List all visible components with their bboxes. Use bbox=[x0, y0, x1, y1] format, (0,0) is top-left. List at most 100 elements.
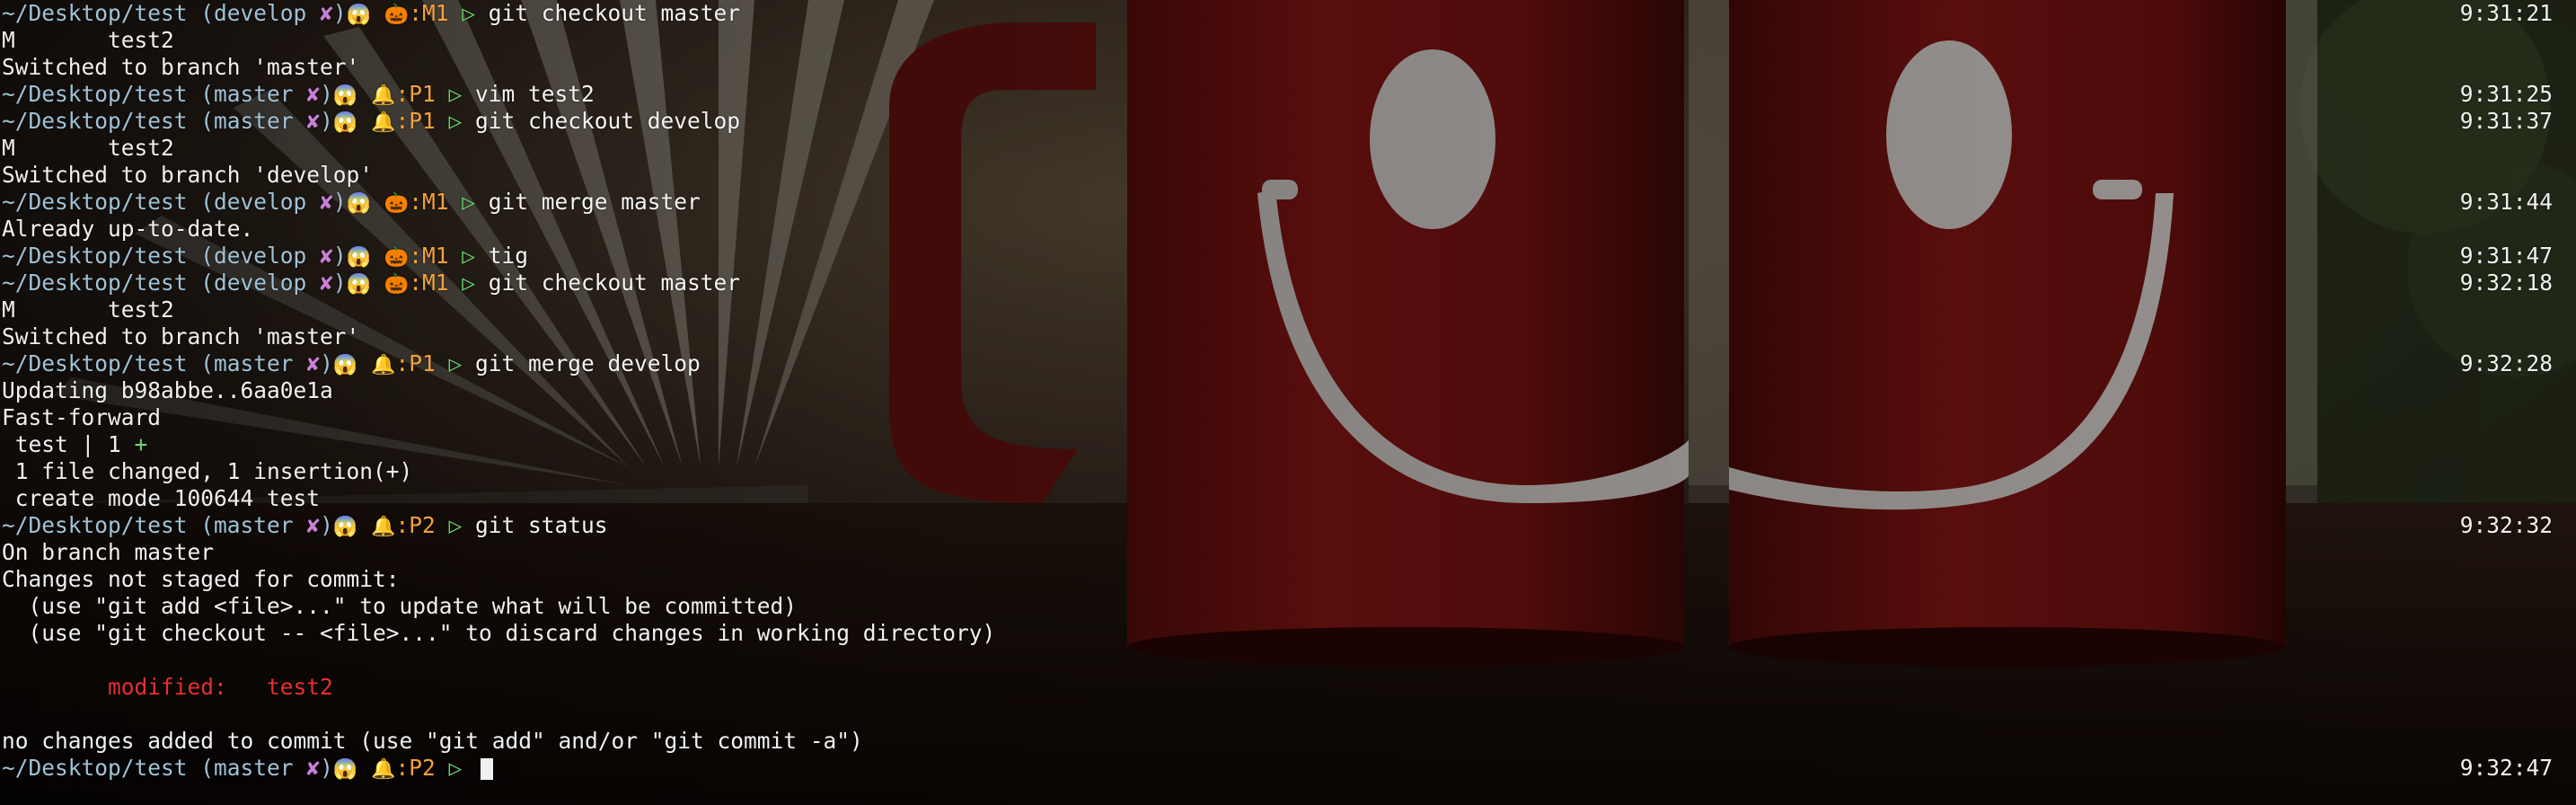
text-cursor[interactable] bbox=[481, 758, 493, 780]
diffstat-line: test | 1 + bbox=[0, 431, 2576, 458]
output-text: Switched to branch 'master' bbox=[2, 323, 360, 349]
modified-file-line: modified: test2 bbox=[0, 674, 2576, 701]
pumpkin-icon: 🎃 bbox=[384, 192, 410, 215]
git-status-indicator: :P1 bbox=[395, 81, 436, 107]
active-prompt-line[interactable]: ~/Desktop/test (master ✘)😱 🔔:P2 ▷ 9:32:4… bbox=[0, 755, 2576, 782]
paren-close: ) bbox=[320, 755, 333, 781]
diffstat-plus: + bbox=[134, 431, 148, 457]
prompt-arrow-icon: ▷ bbox=[448, 81, 463, 107]
prompt-path: ~/Desktop/test bbox=[2, 108, 188, 134]
prompt-line: ~/Desktop/test (master ✘)😱 🔔:P1 ▷ git ch… bbox=[0, 108, 2576, 135]
dirty-icon: ✘ bbox=[306, 108, 321, 134]
scream-face-icon: 😱 bbox=[332, 758, 358, 781]
pumpkin-icon: 🎃 bbox=[384, 273, 410, 296]
command-text: git status bbox=[475, 512, 608, 538]
paren-open: ( bbox=[200, 270, 215, 296]
paren-close: ) bbox=[332, 189, 347, 215]
output-line: 1 file changed, 1 insertion(+) bbox=[0, 458, 2576, 485]
command-text: git checkout master bbox=[488, 0, 741, 26]
paren-close: ) bbox=[320, 512, 333, 538]
prompt-arrow-icon: ▷ bbox=[462, 270, 475, 296]
timestamp: 9:31:44 bbox=[2459, 189, 2553, 215]
output-line: M test2 bbox=[0, 296, 2576, 323]
prompt-line: ~/Desktop/test (master ✘)😱 🔔:P2 ▷ git st… bbox=[0, 512, 2576, 539]
output-text: 1 file changed, 1 insertion(+) bbox=[2, 458, 413, 484]
dirty-icon: ✘ bbox=[306, 350, 321, 376]
prompt-branch: develop bbox=[214, 270, 307, 296]
output-text: Switched to branch 'master' bbox=[2, 54, 360, 80]
terminal-output[interactable]: ~/Desktop/test (develop ✘)😱 🎃:M1 ▷ git c… bbox=[0, 0, 2576, 782]
prompt-branch: master bbox=[214, 350, 294, 376]
prompt-line: ~/Desktop/test (master ✘)😱 🔔:P1 ▷ git me… bbox=[0, 350, 2576, 377]
output-line: no changes added to commit (use "git add… bbox=[0, 728, 2576, 755]
output-line: Changes not staged for commit: bbox=[0, 566, 2576, 593]
timestamp: 9:32:18 bbox=[2459, 270, 2553, 296]
prompt-arrow-icon: ▷ bbox=[462, 189, 475, 215]
prompt-branch: develop bbox=[214, 189, 307, 215]
scream-face-icon: 😱 bbox=[346, 273, 372, 296]
git-status-indicator: :M1 bbox=[409, 0, 449, 26]
git-status-indicator: :M1 bbox=[409, 243, 449, 269]
scream-face-icon: 😱 bbox=[346, 4, 372, 26]
output-line: create mode 100644 test bbox=[0, 485, 2576, 512]
timestamp: 9:31:21 bbox=[2459, 0, 2553, 26]
command-text: git checkout develop bbox=[475, 108, 741, 134]
output-line: M test2 bbox=[0, 135, 2576, 162]
output-text: create mode 100644 test bbox=[2, 485, 321, 511]
timestamp: 9:32:47 bbox=[2459, 755, 2553, 781]
git-status-indicator: :P1 bbox=[395, 108, 436, 134]
prompt-path: ~/Desktop/test bbox=[2, 350, 188, 376]
diffstat-text: test | 1 bbox=[2, 431, 135, 457]
pumpkin-icon: 🎃 bbox=[384, 4, 410, 26]
scream-face-icon: 😱 bbox=[332, 84, 358, 107]
prompt-arrow-icon: ▷ bbox=[462, 0, 475, 26]
bell-icon: 🔔 bbox=[371, 758, 396, 781]
paren-close: ) bbox=[320, 81, 333, 107]
command-text: git merge master bbox=[488, 189, 701, 215]
output-line: (use "git checkout -- <file>..." to disc… bbox=[0, 620, 2576, 647]
output-text: Changes not staged for commit: bbox=[2, 566, 400, 592]
output-line: Fast-forward bbox=[0, 404, 2576, 431]
pumpkin-icon: 🎃 bbox=[384, 246, 410, 269]
git-status-indicator: :M1 bbox=[409, 270, 449, 296]
prompt-branch: master bbox=[214, 512, 294, 538]
paren-close: ) bbox=[320, 108, 333, 134]
modified-file-text: modified: test2 bbox=[2, 674, 333, 700]
prompt-line: ~/Desktop/test (develop ✘)😱 🎃:M1 ▷ git c… bbox=[0, 0, 2576, 27]
timestamp: 9:31:47 bbox=[2459, 243, 2553, 269]
prompt-line: ~/Desktop/test (develop ✘)😱 🎃:M1 ▷ git c… bbox=[0, 270, 2576, 296]
output-line: Switched to branch 'master' bbox=[0, 323, 2576, 350]
output-text: On branch master bbox=[2, 539, 215, 565]
output-text: Already up-to-date. bbox=[2, 216, 254, 242]
scream-face-icon: 😱 bbox=[346, 246, 372, 269]
paren-open: ( bbox=[200, 512, 215, 538]
prompt-branch: master bbox=[214, 81, 294, 107]
prompt-path: ~/Desktop/test bbox=[2, 243, 188, 269]
paren-open: ( bbox=[200, 189, 215, 215]
prompt-line: ~/Desktop/test (develop ✘)😱 🎃:M1 ▷ git m… bbox=[0, 189, 2576, 216]
terminal-window[interactable]: ~/Desktop/test (develop ✘)😱 🎃:M1 ▷ git c… bbox=[0, 0, 2576, 805]
prompt-arrow-icon: ▷ bbox=[448, 755, 463, 781]
git-status-indicator: :P1 bbox=[395, 350, 436, 376]
command-text: vim test2 bbox=[475, 81, 595, 107]
output-text: M test2 bbox=[2, 135, 174, 161]
git-status-indicator: :P2 bbox=[395, 512, 436, 538]
paren-open: ( bbox=[200, 350, 215, 376]
output-text: Switched to branch 'develop' bbox=[2, 162, 374, 188]
paren-open: ( bbox=[200, 108, 215, 134]
dirty-icon: ✘ bbox=[306, 755, 321, 781]
git-status-indicator: :P2 bbox=[395, 755, 436, 781]
dirty-icon: ✘ bbox=[306, 81, 321, 107]
bell-icon: 🔔 bbox=[371, 111, 396, 134]
output-text: (use "git add <file>..." to update what … bbox=[2, 593, 798, 619]
command-text: git checkout master bbox=[488, 270, 741, 296]
bell-icon: 🔔 bbox=[371, 354, 396, 376]
prompt-path: ~/Desktop/test bbox=[2, 512, 188, 538]
prompt-path: ~/Desktop/test bbox=[2, 189, 188, 215]
output-text: M test2 bbox=[2, 27, 174, 53]
output-line: M test2 bbox=[0, 27, 2576, 54]
scream-face-icon: 😱 bbox=[332, 111, 358, 134]
output-line: (use "git add <file>..." to update what … bbox=[0, 593, 2576, 620]
